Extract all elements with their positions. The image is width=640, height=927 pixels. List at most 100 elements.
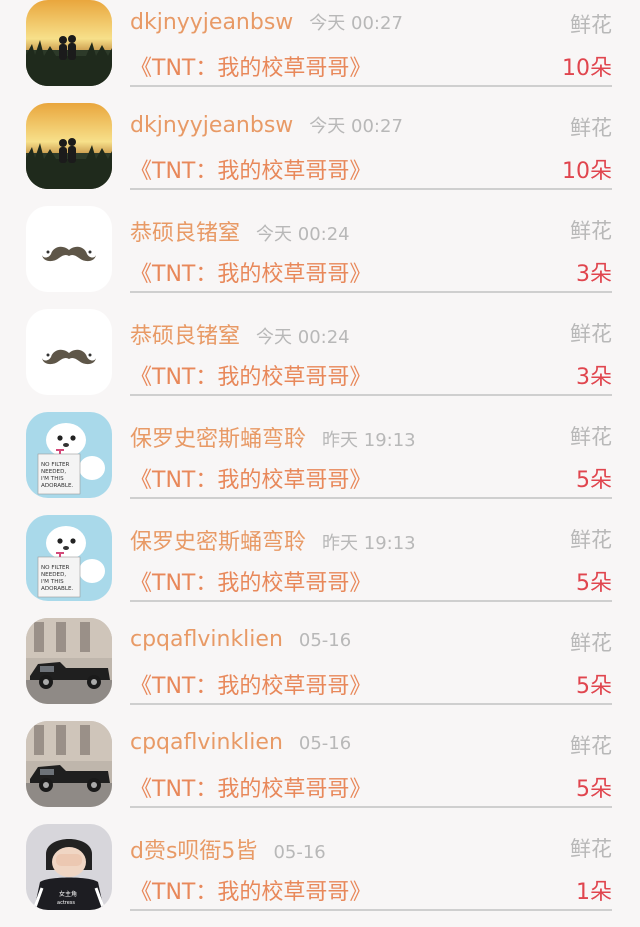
- timestamp: 05-16: [298, 630, 352, 651]
- avatar[interactable]: NO FILTER NEEDED, I'M THIS ADORABLE.: [26, 515, 112, 601]
- work-title[interactable]: 《TNT：我的校草哥哥》: [130, 462, 371, 494]
- avatar[interactable]: [26, 618, 112, 704]
- divider: [130, 85, 612, 87]
- list-item[interactable]: 恭硕良锗窒 今天 00:24 鲜花 《TNT：我的校草哥哥》 3朵: [0, 309, 640, 412]
- gift-count: 10朵: [562, 159, 612, 184]
- sign-text-line: I'M THIS: [41, 579, 64, 585]
- timestamp: 05-16: [298, 733, 352, 754]
- gift-type: 鲜花: [570, 322, 612, 346]
- username[interactable]: dkjnyyjeanbsw 今天 00:27: [130, 112, 403, 138]
- gift-count: 5朵: [576, 468, 612, 493]
- gift-count: 1朵: [576, 880, 612, 905]
- username-text[interactable]: dkjnyyjeanbsw: [130, 113, 293, 138]
- shirt-text: actress: [57, 900, 75, 906]
- username[interactable]: cpqaflvinklien 05-16: [130, 627, 351, 652]
- avatar[interactable]: [26, 721, 112, 807]
- username-text[interactable]: 恭硕良锗窒: [130, 324, 240, 349]
- list-item[interactable]: cpqaflvinklien 05-16 鲜花 《TNT：我的校草哥哥》 5朵: [0, 721, 640, 824]
- gift-count: 10朵: [562, 56, 612, 81]
- username[interactable]: 恭硕良锗窒 今天 00:24: [130, 215, 350, 247]
- divider: [130, 188, 612, 190]
- sign-text-line: NEEDED,: [41, 572, 66, 578]
- timestamp: 今天 00:27: [309, 13, 403, 34]
- username-text[interactable]: cpqaflvinklien: [130, 730, 283, 755]
- vintage-car-avatar-image: [26, 618, 112, 704]
- sign-text-line: NO FILTER: [41, 565, 70, 571]
- timestamp: 昨天 19:13: [322, 533, 416, 554]
- gift-type: 鲜花: [570, 219, 612, 243]
- work-title[interactable]: 《TNT：我的校草哥哥》: [130, 256, 371, 288]
- divider: [130, 703, 612, 705]
- timestamp: 今天 00:27: [309, 116, 403, 137]
- gift-count: 5朵: [576, 674, 612, 699]
- work-title[interactable]: 《TNT：我的校草哥哥》: [130, 359, 371, 391]
- username-text[interactable]: 保罗史密斯蛹弯聆: [130, 530, 306, 555]
- username-text[interactable]: d赍s呗衙5皆: [130, 839, 257, 864]
- dog-sign-avatar-image: NO FILTER NEEDED, I'M THIS ADORABLE.: [26, 412, 112, 498]
- avatar[interactable]: [26, 309, 112, 395]
- list-item[interactable]: dkjnyyjeanbsw 今天 00:27 鲜花 《TNT：我的校草哥哥》 10…: [0, 0, 640, 103]
- avatar[interactable]: [26, 206, 112, 292]
- timestamp: 今天 00:24: [256, 224, 350, 245]
- sign-text-line: I'M THIS: [41, 476, 64, 482]
- timestamp: 昨天 19:13: [322, 430, 416, 451]
- mustache-avatar-image: [26, 309, 112, 395]
- gift-type: 鲜花: [570, 734, 612, 758]
- username[interactable]: dkjnyyjeanbsw 今天 00:27: [130, 9, 403, 35]
- sign-text-line: NO FILTER: [41, 462, 70, 468]
- sunset-couple-avatar-image: [26, 103, 112, 189]
- username-text[interactable]: 保罗史密斯蛹弯聆: [130, 427, 306, 452]
- gift-type: 鲜花: [570, 528, 612, 552]
- work-title[interactable]: 《TNT：我的校草哥哥》: [130, 50, 371, 82]
- avatar[interactable]: [26, 103, 112, 189]
- sign-text-line: NEEDED,: [41, 469, 66, 475]
- avatar[interactable]: [26, 0, 112, 86]
- list-item[interactable]: NO FILTER NEEDED, I'M THIS ADORABLE. 保罗史…: [0, 515, 640, 618]
- divider: [130, 394, 612, 396]
- gift-type: 鲜花: [570, 837, 612, 861]
- list-item[interactable]: NO FILTER NEEDED, I'M THIS ADORABLE. 保罗史…: [0, 412, 640, 515]
- list-item[interactable]: cpqaflvinklien 05-16 鲜花 《TNT：我的校草哥哥》 5朵: [0, 618, 640, 721]
- gift-type: 鲜花: [570, 631, 612, 655]
- shirt-text: 女主角: [59, 890, 77, 898]
- sunset-couple-avatar-image: [26, 0, 112, 86]
- dog-sign-avatar-image: NO FILTER NEEDED, I'M THIS ADORABLE.: [26, 515, 112, 601]
- person-covering-face-avatar-image: 女主角 actress: [26, 824, 112, 910]
- list-item[interactable]: dkjnyyjeanbsw 今天 00:27 鲜花 《TNT：我的校草哥哥》 10…: [0, 103, 640, 206]
- avatar[interactable]: 女主角 actress: [26, 824, 112, 910]
- gift-count: 3朵: [576, 262, 612, 287]
- gift-record-list: dkjnyyjeanbsw 今天 00:27 鲜花 《TNT：我的校草哥哥》 10…: [0, 0, 640, 927]
- list-item[interactable]: 恭硕良锗窒 今天 00:24 鲜花 《TNT：我的校草哥哥》 3朵: [0, 206, 640, 309]
- username[interactable]: 保罗史密斯蛹弯聆 昨天 19:13: [130, 524, 416, 556]
- sign-text-line: ADORABLE.: [41, 483, 74, 489]
- work-title[interactable]: 《TNT：我的校草哥哥》: [130, 668, 371, 700]
- work-title[interactable]: 《TNT：我的校草哥哥》: [130, 874, 371, 906]
- username-text[interactable]: cpqaflvinklien: [130, 627, 283, 652]
- gift-type: 鲜花: [570, 116, 612, 140]
- username[interactable]: d赍s呗衙5皆 05-16: [130, 833, 326, 865]
- divider: [130, 806, 612, 808]
- work-title[interactable]: 《TNT：我的校草哥哥》: [130, 771, 371, 803]
- divider: [130, 291, 612, 293]
- timestamp: 05-16: [273, 842, 326, 863]
- work-title[interactable]: 《TNT：我的校草哥哥》: [130, 565, 371, 597]
- divider: [130, 909, 612, 911]
- gift-count: 5朵: [576, 571, 612, 596]
- divider: [130, 600, 612, 602]
- gift-type: 鲜花: [570, 13, 612, 37]
- list-item[interactable]: 女主角 actress d赍s呗衙5皆 05-16 鲜花 《TNT：我的校草哥哥》…: [0, 824, 640, 927]
- gift-type: 鲜花: [570, 425, 612, 449]
- sign-text-line: ADORABLE.: [41, 586, 74, 592]
- mustache-avatar-image: [26, 206, 112, 292]
- username[interactable]: 恭硕良锗窒 今天 00:24: [130, 318, 350, 350]
- username[interactable]: cpqaflvinklien 05-16: [130, 730, 351, 755]
- timestamp: 今天 00:24: [256, 327, 350, 348]
- username-text[interactable]: dkjnyyjeanbsw: [130, 10, 293, 35]
- avatar[interactable]: NO FILTER NEEDED, I'M THIS ADORABLE.: [26, 412, 112, 498]
- vintage-car-avatar-image: [26, 721, 112, 807]
- gift-count: 5朵: [576, 777, 612, 802]
- work-title[interactable]: 《TNT：我的校草哥哥》: [130, 153, 371, 185]
- username-text[interactable]: 恭硕良锗窒: [130, 221, 240, 246]
- username[interactable]: 保罗史密斯蛹弯聆 昨天 19:13: [130, 421, 416, 453]
- divider: [130, 497, 612, 499]
